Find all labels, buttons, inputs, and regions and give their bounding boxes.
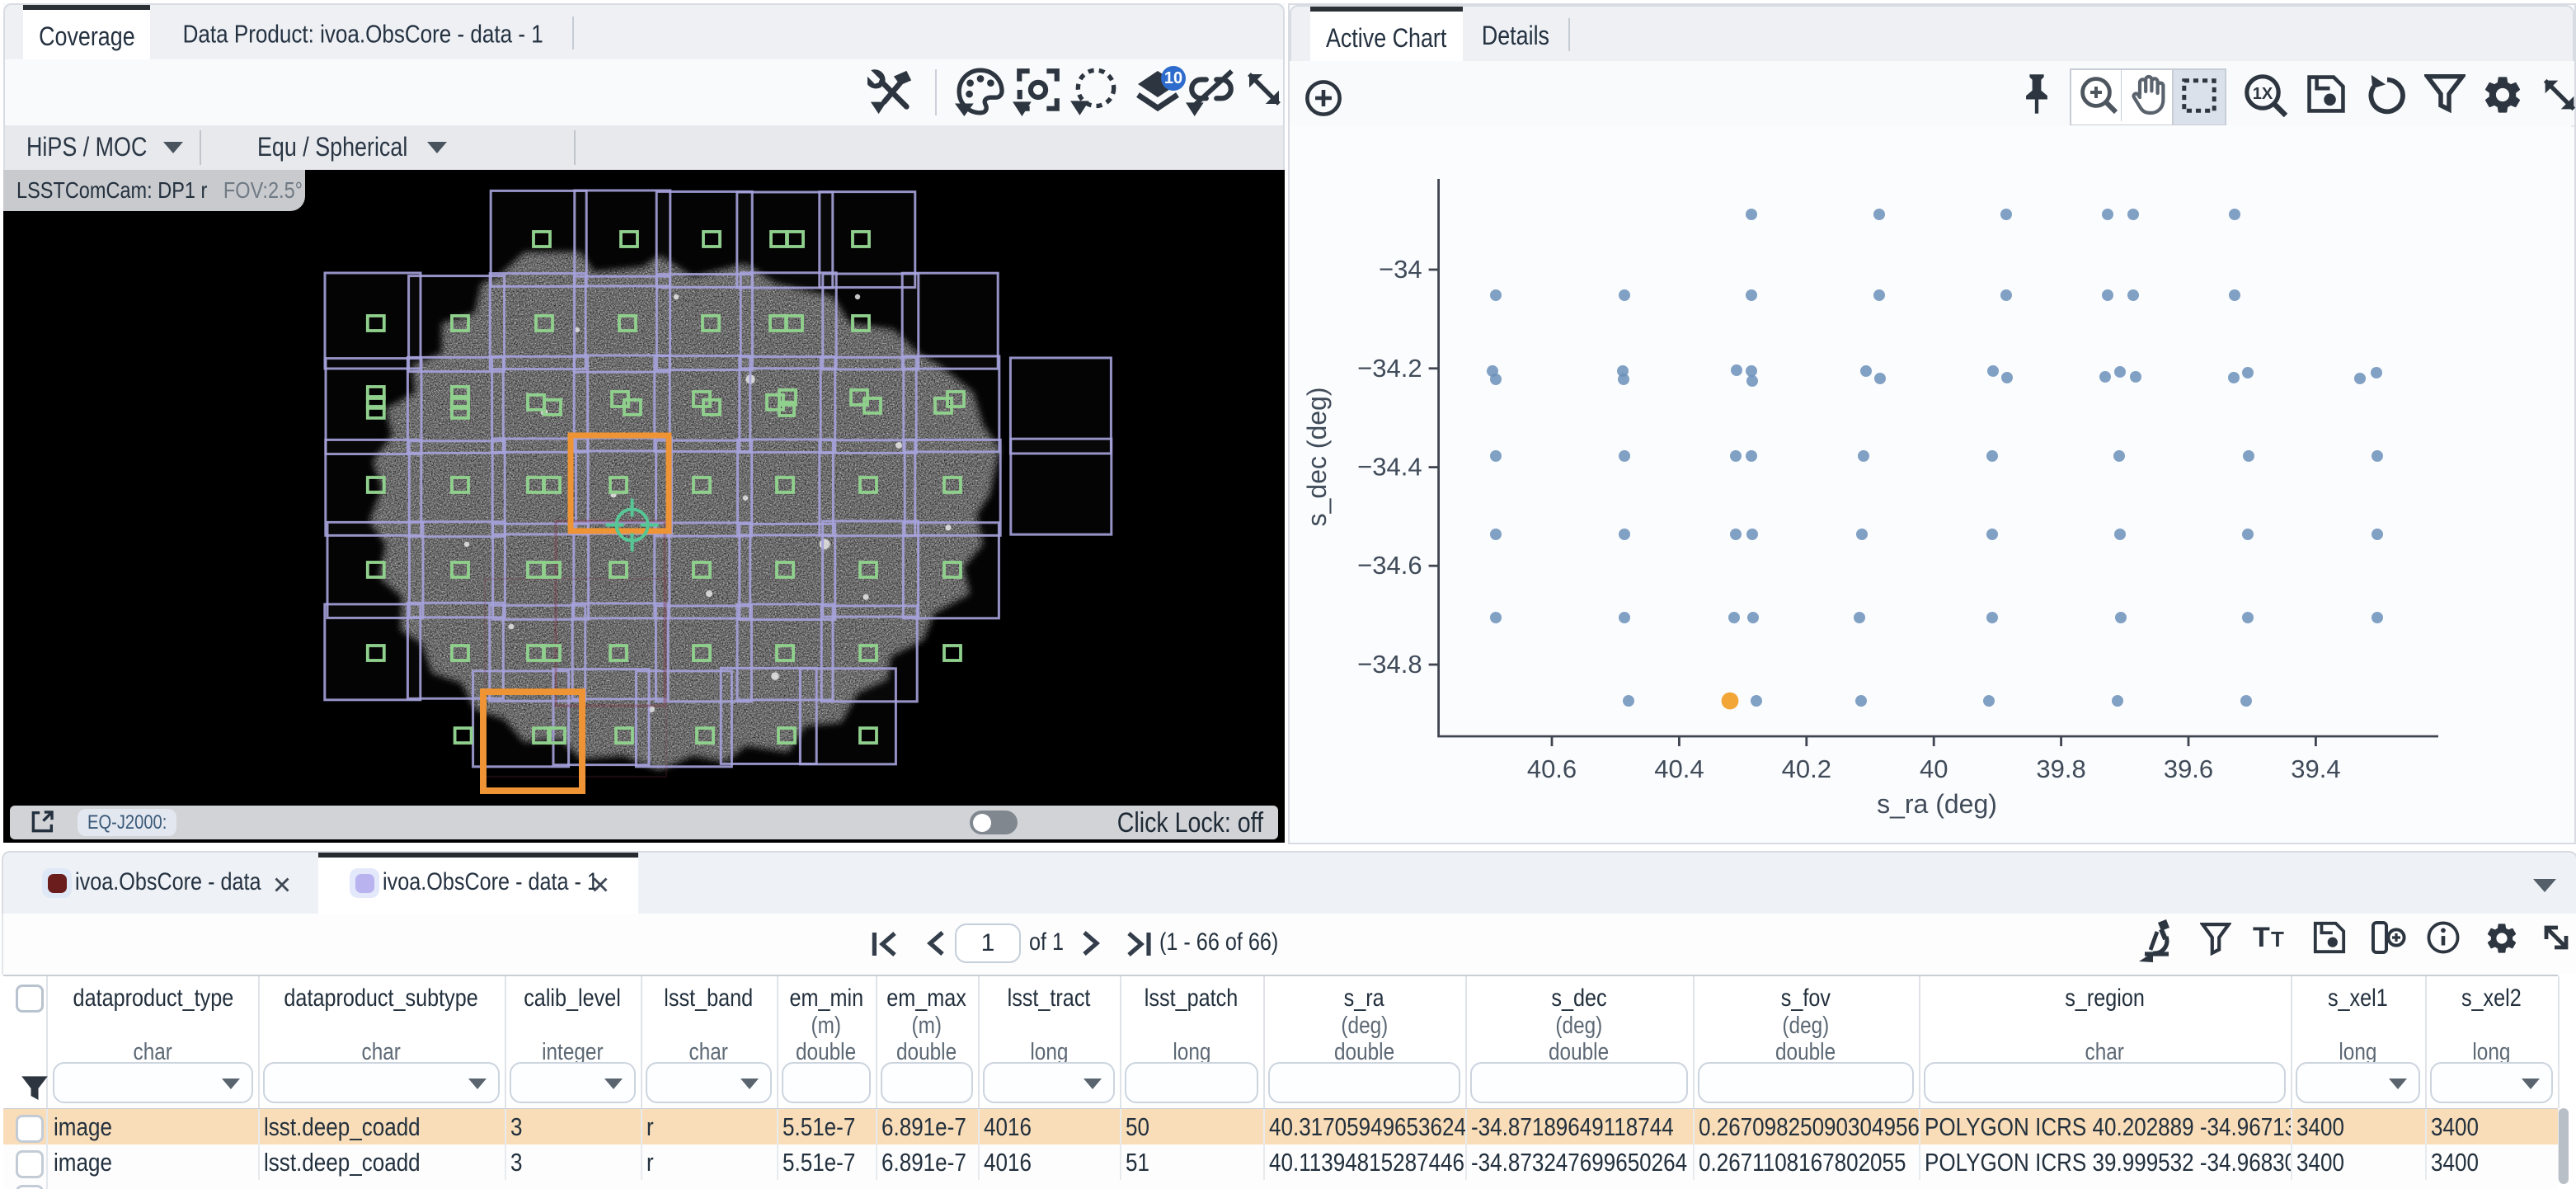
svg-text:−34.2: −34.2 bbox=[1357, 354, 1422, 383]
svg-text:−34.8: −34.8 bbox=[1357, 650, 1422, 679]
svg-text:40.6: 40.6 bbox=[1527, 754, 1577, 783]
svg-text:40: 40 bbox=[1920, 754, 1948, 783]
svg-text:40.4: 40.4 bbox=[1654, 754, 1704, 783]
svg-text:39.6: 39.6 bbox=[2164, 754, 2213, 783]
svg-text:s_dec (deg): s_dec (deg) bbox=[1302, 388, 1332, 527]
svg-text:39.8: 39.8 bbox=[2036, 754, 2085, 783]
svg-text:40.2: 40.2 bbox=[1782, 754, 1831, 783]
svg-text:−34.6: −34.6 bbox=[1357, 551, 1422, 580]
svg-text:−34.4: −34.4 bbox=[1357, 453, 1422, 482]
svg-text:39.4: 39.4 bbox=[2291, 754, 2340, 783]
svg-text:−34: −34 bbox=[1379, 255, 1422, 284]
svg-text:s_ra (deg): s_ra (deg) bbox=[1877, 789, 1997, 819]
svg-text:T: T bbox=[2271, 927, 2284, 952]
svg-text:T: T bbox=[2253, 922, 2270, 953]
svg-text:1X: 1X bbox=[2253, 85, 2273, 103]
